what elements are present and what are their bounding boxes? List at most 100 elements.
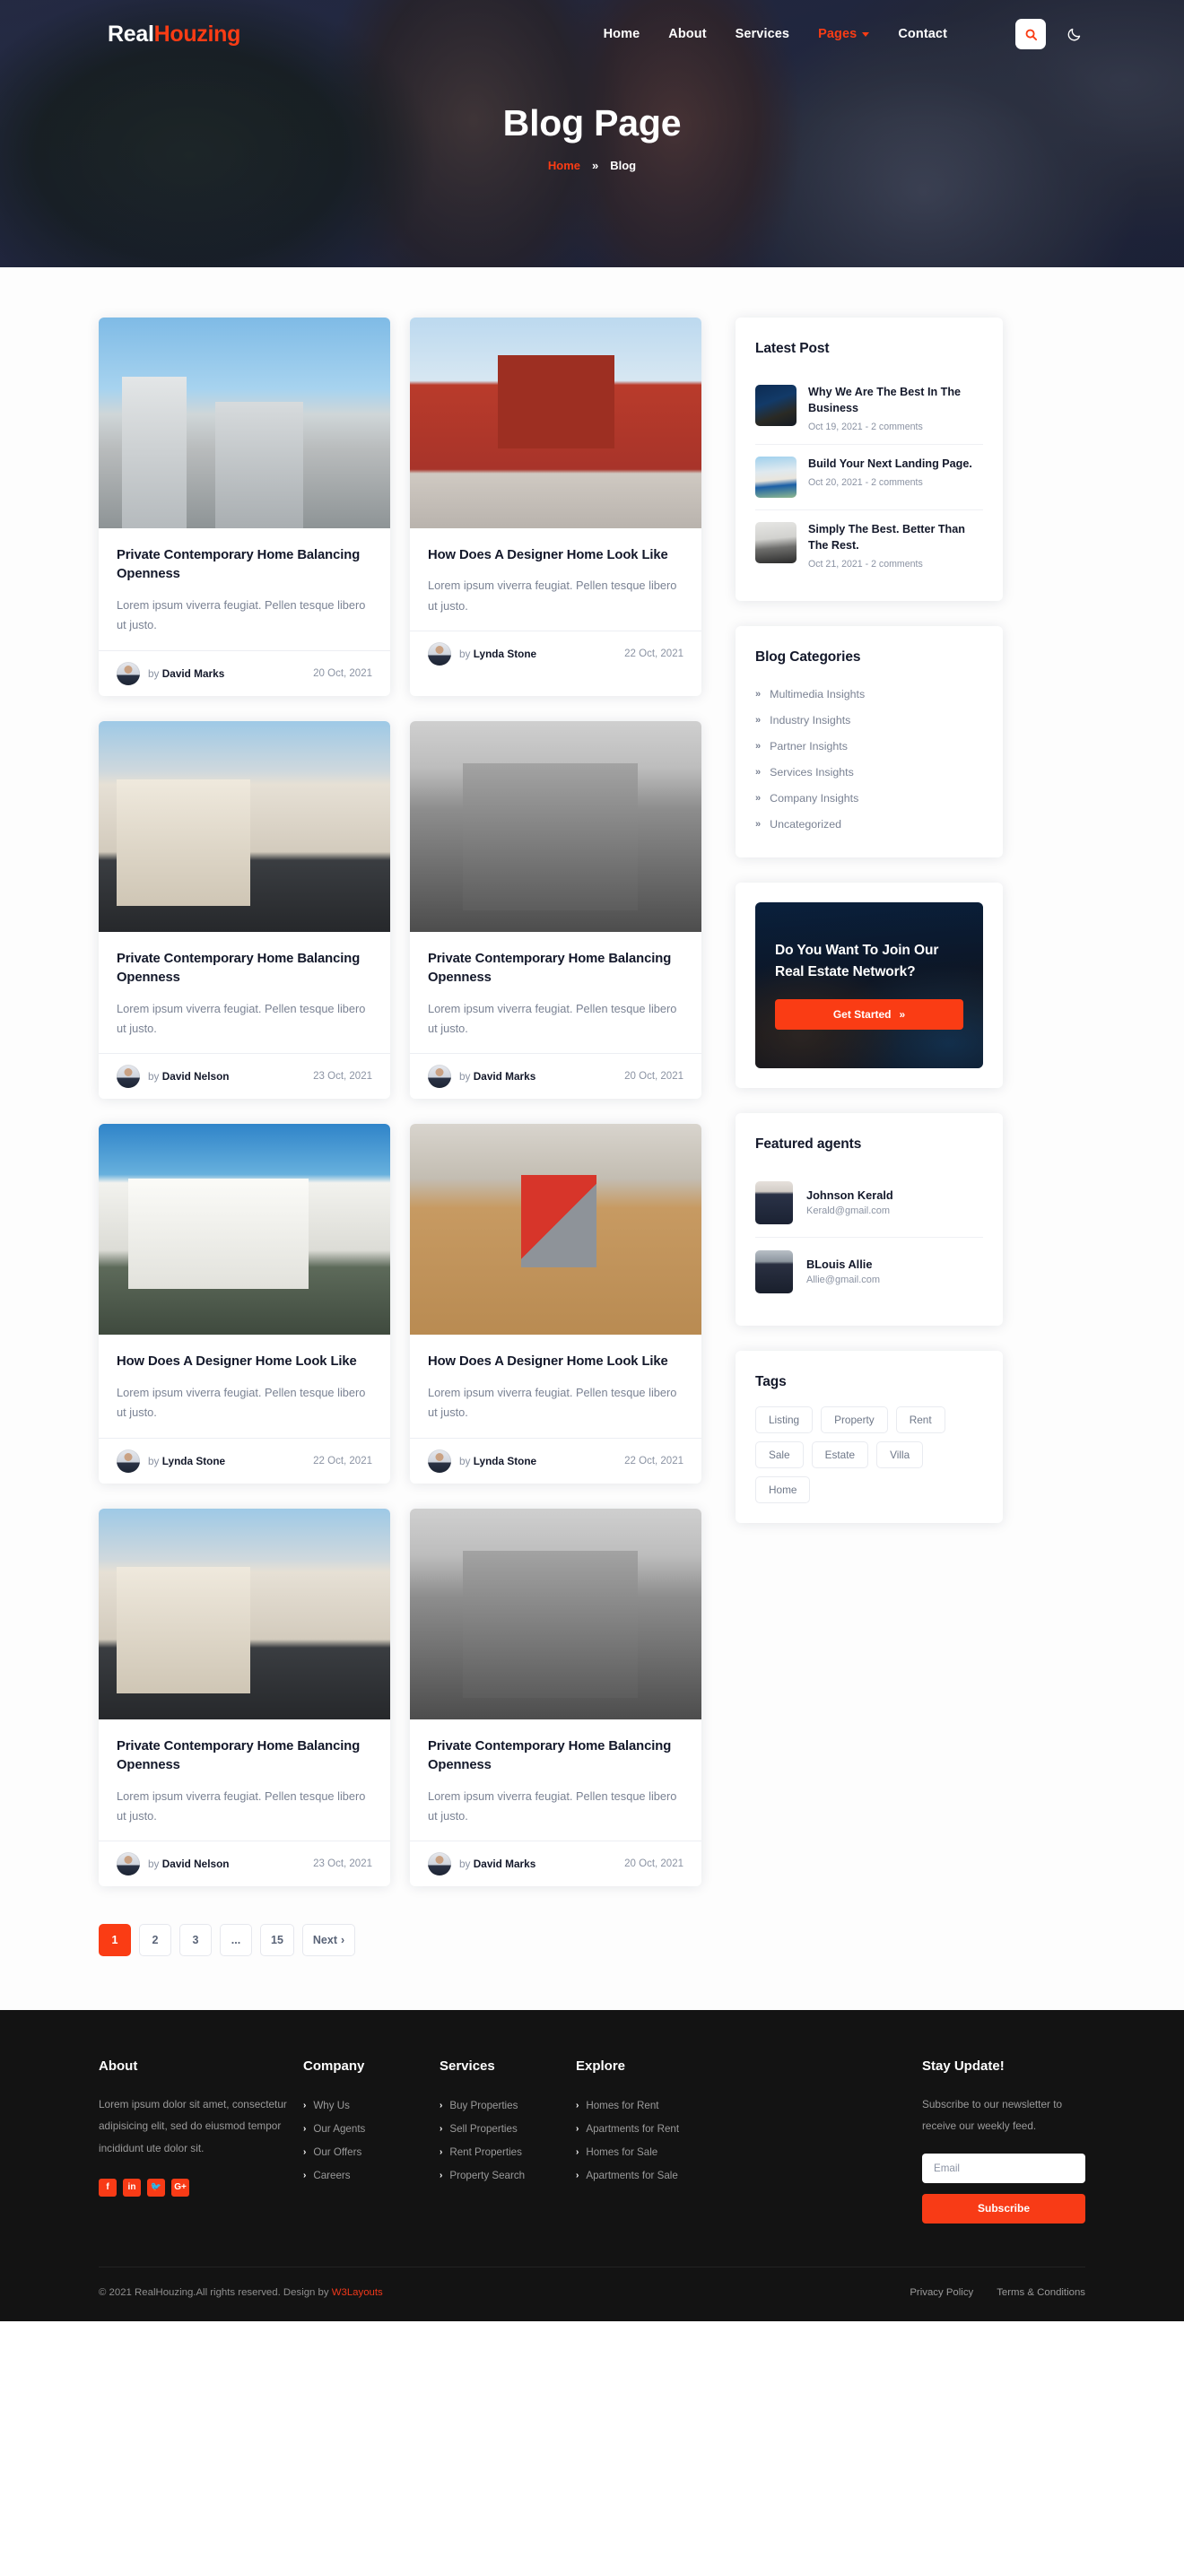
blog-card-image bbox=[410, 720, 701, 932]
brand-name-part1: Real bbox=[108, 21, 154, 47]
blog-card-image bbox=[99, 318, 390, 529]
featured-agent-item[interactable]: BLouis Allie Allie@gmail.com bbox=[755, 1238, 983, 1306]
tag-chip[interactable]: Villa bbox=[876, 1440, 924, 1468]
featured-agent-item[interactable]: Johnson Kerald Kerald@gmail.com bbox=[755, 1169, 983, 1238]
theme-toggle-button[interactable] bbox=[1062, 22, 1085, 46]
nav-item-services[interactable]: Services bbox=[736, 27, 789, 41]
blog-card-title[interactable]: How Does A Designer Home Look Like bbox=[117, 1353, 372, 1371]
pagination-page-...[interactable]: ... bbox=[220, 1924, 252, 1957]
nav-item-pages[interactable]: Pages bbox=[818, 27, 870, 41]
author-name: Lynda Stone bbox=[161, 1454, 226, 1467]
blog-card[interactable]: How Does A Designer Home Look Like Lorem … bbox=[99, 1124, 390, 1484]
footer-company-links: › Why Us › Our Agents › Our Offers › Careers bbox=[303, 2093, 440, 2187]
tag-chip[interactable]: Rent bbox=[895, 1405, 945, 1433]
blog-card-title[interactable]: Private Contemporary Home Balancing Open… bbox=[117, 546, 372, 585]
latest-post-item[interactable]: Simply The Best. Better Than The Rest. Oc… bbox=[755, 510, 983, 581]
blog-card-title[interactable]: How Does A Designer Home Look Like bbox=[428, 546, 683, 565]
latest-post-item-meta: Oct 21, 2021 - 2 comments bbox=[808, 558, 923, 570]
blog-card[interactable]: Private Contemporary Home Balancing Open… bbox=[410, 1508, 701, 1887]
footer-link-item[interactable]: › Careers bbox=[303, 2163, 440, 2187]
blog-card[interactable]: How Does A Designer Home Look Like Lorem … bbox=[410, 318, 701, 696]
avatar bbox=[117, 661, 140, 685]
footer-link-item[interactable]: › Why Us bbox=[303, 2093, 440, 2117]
footer-link-item[interactable]: › Property Search bbox=[440, 2163, 576, 2187]
brand-logo[interactable]: RealHouzing bbox=[108, 22, 240, 48]
author-name: Lynda Stone bbox=[473, 1454, 537, 1467]
facebook-icon[interactable]: f bbox=[99, 2178, 117, 2197]
blog-category-item[interactable]: » Company Insights bbox=[755, 786, 983, 812]
blog-card[interactable]: Private Contemporary Home Balancing Open… bbox=[410, 720, 701, 1100]
blog-card[interactable]: Private Contemporary Home Balancing Open… bbox=[99, 720, 390, 1100]
chevron-right-icon: › bbox=[303, 2123, 307, 2134]
blog-card-date: 23 Oct, 2021 bbox=[313, 1071, 372, 1083]
blog-card-title[interactable]: Private Contemporary Home Balancing Open… bbox=[428, 1737, 683, 1776]
footer-link-label: Why Us bbox=[313, 2099, 350, 2111]
breadcrumb-home[interactable]: Home bbox=[548, 159, 580, 172]
blog-category-item[interactable]: » Uncategorized bbox=[755, 812, 983, 838]
footer-link-item[interactable]: › Rent Properties bbox=[440, 2140, 576, 2163]
tag-chip[interactable]: Estate bbox=[811, 1440, 869, 1468]
blog-card-image bbox=[99, 1508, 390, 1719]
pagination-page-3[interactable]: 3 bbox=[179, 1924, 212, 1957]
by-label: by bbox=[148, 1070, 160, 1083]
google-plus-icon[interactable]: G+ bbox=[171, 2178, 189, 2197]
blog-card-title[interactable]: Private Contemporary Home Balancing Open… bbox=[117, 1737, 372, 1776]
blog-card-excerpt: Lorem ipsum viverra feugiat. Pellen tesq… bbox=[428, 579, 677, 613]
blog-card[interactable]: Private Contemporary Home Balancing Open… bbox=[99, 1508, 390, 1887]
blog-card[interactable]: How Does A Designer Home Look Like Lorem … bbox=[410, 1124, 701, 1484]
terms-conditions-link[interactable]: Terms & Conditions bbox=[997, 2287, 1085, 2298]
tag-chip[interactable]: Listing bbox=[755, 1405, 814, 1433]
nav-item-about[interactable]: About bbox=[668, 27, 706, 41]
email-input[interactable] bbox=[922, 2153, 1085, 2183]
footer-link-item[interactable]: › Apartments for Sale bbox=[576, 2163, 746, 2187]
footer-link-item[interactable]: › Buy Properties bbox=[440, 2093, 576, 2117]
blog-category-item[interactable]: » Industry Insights bbox=[755, 708, 983, 734]
pagination-page-2[interactable]: 2 bbox=[139, 1924, 171, 1957]
latest-post-item[interactable]: Build Your Next Landing Page. Oct 20, 202… bbox=[755, 445, 983, 510]
by-label: by bbox=[459, 1454, 471, 1467]
footer-link-item[interactable]: › Our Offers bbox=[303, 2140, 440, 2163]
get-started-button[interactable]: Get Started » bbox=[775, 998, 963, 1030]
avatar bbox=[117, 1449, 140, 1473]
linkedin-icon[interactable]: in bbox=[123, 2178, 141, 2197]
footer-link-item[interactable]: › Apartments for Rent bbox=[576, 2117, 746, 2140]
designer-link[interactable]: W3Layouts bbox=[332, 2287, 383, 2298]
latest-post-item[interactable]: Why We Are The Best In The Business Oct 1… bbox=[755, 373, 983, 445]
twitter-icon[interactable]: 🐦 bbox=[147, 2178, 165, 2197]
blog-card-title[interactable]: Private Contemporary Home Balancing Open… bbox=[428, 950, 683, 988]
blog-card-title[interactable]: Private Contemporary Home Balancing Open… bbox=[117, 950, 372, 988]
blog-category-item[interactable]: » Multimedia Insights bbox=[755, 682, 983, 708]
tag-chip[interactable]: Sale bbox=[755, 1440, 804, 1468]
pagination-next-button[interactable]: Next › bbox=[301, 1924, 356, 1957]
chevron-right-icon: › bbox=[576, 2170, 579, 2180]
blog-card-image bbox=[99, 720, 390, 932]
blog-card-author: by Lynda Stone bbox=[148, 1455, 225, 1467]
footer-about-column: About Lorem ipsum dolor sit amet, consec… bbox=[99, 2058, 303, 2223]
footer-link-item[interactable]: › Homes for Rent bbox=[576, 2093, 746, 2117]
page-body: Private Contemporary Home Balancing Open… bbox=[0, 267, 1184, 2011]
tag-chip[interactable]: Home bbox=[755, 1475, 811, 1503]
pagination-page-15[interactable]: 15 bbox=[260, 1924, 294, 1957]
author-name: David Marks bbox=[161, 666, 225, 680]
footer-company-column: Company › Why Us › Our Agents › Our Offers › Ca… bbox=[303, 2058, 440, 2223]
newsletter-text: Subscribe to our newsletter to receive o… bbox=[922, 2098, 1063, 2133]
blog-category-item[interactable]: » Partner Insights bbox=[755, 734, 983, 760]
author-name: David Marks bbox=[473, 1070, 536, 1083]
footer-link-item[interactable]: › Our Agents bbox=[303, 2117, 440, 2140]
blog-category-item[interactable]: » Services Insights bbox=[755, 760, 983, 786]
pagination-page-1[interactable]: 1 bbox=[99, 1924, 131, 1957]
latest-post-text: Why We Are The Best In The Business Oct 1… bbox=[808, 385, 983, 432]
footer-link-item[interactable]: › Homes for Sale bbox=[576, 2140, 746, 2163]
nav-item-home[interactable]: Home bbox=[604, 27, 640, 41]
blog-card-title[interactable]: How Does A Designer Home Look Like bbox=[428, 1353, 683, 1371]
blog-card[interactable]: Private Contemporary Home Balancing Open… bbox=[99, 318, 390, 696]
subscribe-button[interactable]: Subscribe bbox=[922, 2193, 1085, 2224]
nav-item-contact[interactable]: Contact bbox=[898, 27, 947, 41]
tag-chip[interactable]: Property bbox=[821, 1405, 888, 1433]
privacy-policy-link[interactable]: Privacy Policy bbox=[910, 2287, 973, 2298]
search-button[interactable] bbox=[1015, 19, 1046, 49]
blog-card-date: 20 Oct, 2021 bbox=[313, 667, 372, 679]
blog-card-footer: by David Nelson 23 Oct, 2021 bbox=[99, 1053, 390, 1099]
footer-link-item[interactable]: › Sell Properties bbox=[440, 2117, 576, 2140]
get-started-label: Get Started bbox=[832, 1007, 892, 1021]
